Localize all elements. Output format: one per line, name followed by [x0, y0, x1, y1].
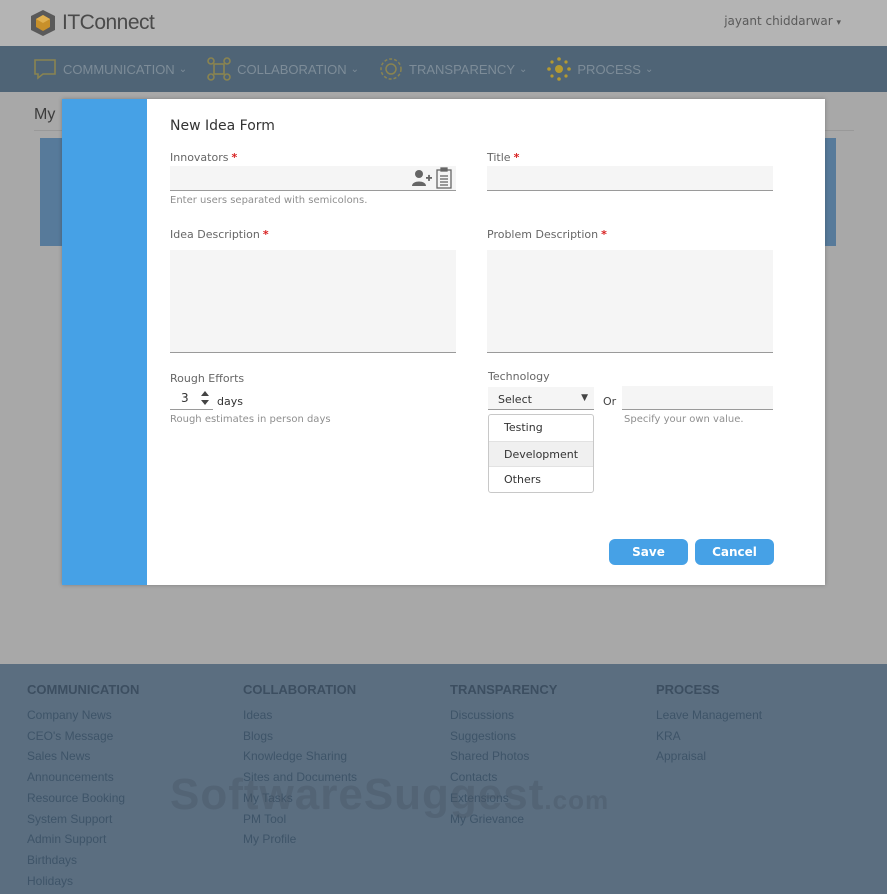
- footer-link[interactable]: Suggestions: [450, 726, 557, 747]
- nav-item-collaboration[interactable]: COLLABORATION ⌄: [207, 57, 359, 81]
- chat-icon: [34, 59, 56, 80]
- footer-link[interactable]: Blogs: [243, 726, 357, 747]
- required-marker: *: [601, 228, 607, 241]
- app-logo[interactable]: ITConnect: [30, 9, 155, 37]
- title-field[interactable]: [487, 166, 773, 191]
- new-idea-dialog: New Idea Form Innovators * Enter users se…: [62, 99, 825, 585]
- nodes-icon: [207, 57, 231, 81]
- dialog-accent-bar: [62, 99, 147, 585]
- watermark-suffix: .com: [544, 785, 610, 815]
- footer-link[interactable]: Holidays: [27, 871, 139, 892]
- rough-efforts-hint: Rough estimates in person days: [170, 414, 331, 425]
- footer-link[interactable]: Announcements: [27, 767, 139, 788]
- footer-heading: COMMUNICATION: [27, 682, 140, 697]
- title-label-text: Title: [487, 151, 511, 164]
- app-name: ITConnect: [62, 11, 155, 34]
- footer-heading: TRANSPARENCY: [450, 682, 558, 697]
- footer-link[interactable]: Discussions: [450, 705, 557, 726]
- watermark: SoftwareSuggest.com: [170, 770, 609, 820]
- rough-efforts-stepper[interactable]: 3: [170, 387, 213, 410]
- problem-description-textarea[interactable]: [487, 250, 773, 353]
- technology-dropdown: Testing Development Others: [488, 414, 594, 493]
- address-book-icon[interactable]: [436, 167, 452, 189]
- technology-selected-value: Select: [498, 393, 532, 406]
- gear-ring-icon: [380, 58, 402, 80]
- caret-down-icon: ▾: [836, 18, 841, 28]
- required-marker: *: [513, 151, 520, 164]
- save-button[interactable]: Save: [609, 539, 688, 565]
- chevron-down-icon: ⌄: [519, 63, 528, 75]
- title-label: Title *: [487, 151, 519, 164]
- idea-description-label-text: Idea Description: [170, 228, 260, 241]
- user-name: jayant chiddarwar: [724, 14, 833, 28]
- dropdown-option-testing[interactable]: Testing: [489, 415, 593, 441]
- innovators-hint: Enter users separated with semicolons.: [170, 195, 368, 206]
- footer-link[interactable]: Leave Management: [656, 705, 762, 726]
- innovators-label: Innovators *: [170, 151, 237, 164]
- footer-column-process: PROCESS Leave Management KRA Appraisal: [656, 682, 762, 767]
- footer-link[interactable]: Birthdays: [27, 850, 139, 871]
- footer-link[interactable]: Company News: [27, 705, 139, 726]
- chevron-down-icon: ⌄: [178, 63, 188, 75]
- chevron-down-icon: ⌄: [350, 63, 360, 75]
- footer-link[interactable]: Resource Booking: [27, 788, 139, 809]
- idea-description-label: Idea Description *: [170, 228, 269, 241]
- problem-description-label: Problem Description *: [487, 228, 607, 241]
- nav-label: TRANSPARENCY: [409, 61, 515, 77]
- chevron-down-icon: ⌄: [644, 63, 654, 75]
- nav-item-process[interactable]: PROCESS ⌄: [547, 57, 653, 81]
- footer-link[interactable]: CEO's Message: [27, 726, 139, 747]
- main-nav: COMMUNICATION ⌄ COLLABORATION ⌄ TRANSPAREN…: [0, 46, 887, 92]
- top-bar: ITConnect jayant chiddarwar ▾: [0, 0, 887, 46]
- required-marker: *: [262, 228, 269, 241]
- innovators-label-text: Innovators: [170, 151, 229, 164]
- rough-efforts-unit: days: [217, 395, 243, 408]
- rough-efforts-label: Rough Efforts: [170, 372, 245, 385]
- footer-column-collaboration: COLLABORATION Ideas Blogs Knowledge Shar…: [243, 682, 357, 850]
- caret-down-icon: ▼: [581, 393, 588, 403]
- footer-link[interactable]: Sales News: [27, 746, 139, 767]
- footer-column-communication: COMMUNICATION Company News CEO's Message…: [27, 682, 139, 891]
- footer-heading: COLLABORATION: [243, 682, 357, 697]
- rough-efforts-value: 3: [181, 391, 189, 405]
- footer-link[interactable]: System Support: [27, 809, 139, 830]
- add-user-icon[interactable]: [411, 169, 433, 187]
- nav-label: PROCESS: [577, 61, 641, 77]
- footer-link[interactable]: Knowledge Sharing: [243, 746, 357, 767]
- footer-heading: PROCESS: [656, 682, 720, 697]
- dots-ring-icon: [547, 57, 572, 81]
- technology-label: Technology: [488, 370, 550, 383]
- watermark-text: SoftwareSuggest: [170, 770, 545, 819]
- cancel-button[interactable]: Cancel: [695, 539, 774, 565]
- technology-own-value-hint: Specify your own value.: [624, 414, 744, 425]
- stepper-arrows-icon[interactable]: [200, 390, 210, 406]
- nav-label: COMMUNICATION: [63, 61, 175, 77]
- dialog-title: New Idea Form: [170, 118, 275, 134]
- logo-cube-icon: [31, 10, 55, 36]
- nav-label: COLLABORATION: [237, 61, 347, 77]
- technology-own-value-input[interactable]: [622, 386, 773, 410]
- footer-link[interactable]: My Profile: [243, 829, 357, 850]
- required-marker: *: [231, 151, 238, 164]
- or-label: Or: [603, 395, 617, 408]
- dropdown-option-development[interactable]: Development: [489, 441, 593, 467]
- dropdown-option-others[interactable]: Others: [489, 467, 593, 493]
- footer-link[interactable]: Ideas: [243, 705, 357, 726]
- nav-item-transparency[interactable]: TRANSPARENCY ⌄: [379, 57, 527, 81]
- page-title: My: [34, 106, 56, 123]
- footer-link[interactable]: Shared Photos: [450, 746, 557, 767]
- footer-link[interactable]: Appraisal: [656, 746, 762, 767]
- problem-description-label-text: Problem Description: [487, 228, 599, 241]
- user-menu[interactable]: jayant chiddarwar ▾: [724, 14, 841, 28]
- footer-link[interactable]: Admin Support: [27, 829, 139, 850]
- footer-link[interactable]: KRA: [656, 726, 762, 747]
- nav-item-communication[interactable]: COMMUNICATION ⌄: [33, 58, 187, 80]
- idea-description-textarea[interactable]: [170, 250, 456, 353]
- technology-select[interactable]: Select ▼: [488, 387, 594, 410]
